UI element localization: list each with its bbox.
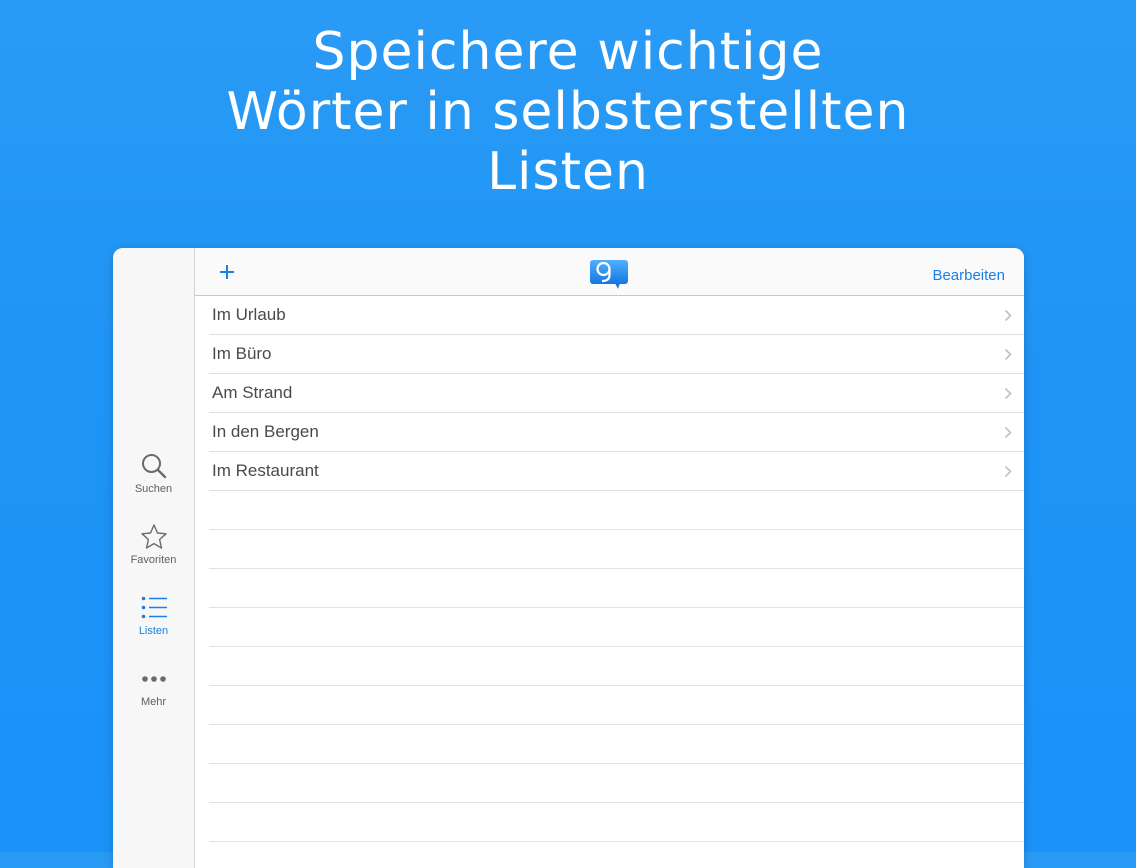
lists-panel: Bearbeiten Im Urlaub Im Büro Am Strand I… bbox=[195, 248, 1024, 868]
list-item-label: Im Restaurant bbox=[212, 461, 319, 480]
tab-favorites[interactable]: Favoriten bbox=[113, 522, 194, 582]
empty-row bbox=[209, 491, 1024, 530]
speech-bubble-logo bbox=[590, 260, 628, 289]
list-item[interactable]: In den Bergen bbox=[209, 413, 1024, 452]
app-window: Suchen Favoriten Listen Mehr Bearbeiten … bbox=[113, 248, 1024, 868]
headline-line-3: Listen bbox=[487, 142, 649, 202]
chevron-right-icon bbox=[1004, 465, 1012, 478]
list-item-label: Im Urlaub bbox=[212, 305, 286, 324]
lists-table: Im Urlaub Im Büro Am Strand In den Berge… bbox=[195, 296, 1024, 868]
edit-button[interactable]: Bearbeiten bbox=[932, 267, 1005, 284]
chevron-right-icon bbox=[1004, 426, 1012, 439]
tab-more[interactable]: Mehr bbox=[113, 664, 194, 724]
list-item[interactable]: Im Restaurant bbox=[209, 452, 1024, 491]
list-item[interactable]: Im Büro bbox=[209, 335, 1024, 374]
list-item[interactable]: Im Urlaub bbox=[209, 296, 1024, 335]
list-item-label: In den Bergen bbox=[212, 422, 319, 441]
plus-icon[interactable] bbox=[217, 262, 237, 282]
empty-row bbox=[209, 725, 1024, 764]
empty-row bbox=[209, 530, 1024, 569]
search-icon bbox=[141, 454, 166, 479]
more-icon bbox=[141, 676, 166, 682]
tab-lists-label: Listen bbox=[138, 625, 169, 637]
empty-row bbox=[209, 686, 1024, 725]
list-item-label: Im Büro bbox=[212, 344, 272, 363]
empty-row bbox=[209, 842, 1024, 868]
empty-row bbox=[209, 803, 1024, 842]
tab-lists[interactable]: Listen bbox=[113, 593, 194, 653]
tab-sidebar: Suchen Favoriten Listen Mehr bbox=[113, 248, 195, 868]
chevron-right-icon bbox=[1004, 387, 1012, 400]
chevron-right-icon bbox=[1004, 348, 1012, 361]
empty-row bbox=[209, 608, 1024, 647]
navigation-bar: Bearbeiten bbox=[195, 248, 1024, 296]
list-item[interactable]: Am Strand bbox=[209, 374, 1024, 413]
tab-search[interactable]: Suchen bbox=[113, 451, 194, 511]
empty-row bbox=[209, 569, 1024, 608]
empty-row bbox=[209, 764, 1024, 803]
list-icon bbox=[141, 596, 167, 619]
tab-favorites-label: Favoriten bbox=[130, 554, 177, 566]
tab-more-label: Mehr bbox=[140, 696, 167, 708]
tab-search-label: Suchen bbox=[134, 483, 173, 495]
empty-row bbox=[209, 647, 1024, 686]
list-item-label: Am Strand bbox=[212, 383, 293, 402]
headline-line-1: Speichere wichtige bbox=[312, 22, 824, 82]
chevron-right-icon bbox=[1004, 309, 1012, 322]
headline-line-2: Wörter in selbsterstellten bbox=[226, 82, 910, 142]
headline: Speichere wichtige Wörter in selbsterste… bbox=[0, 22, 1136, 202]
star-icon bbox=[140, 524, 167, 549]
